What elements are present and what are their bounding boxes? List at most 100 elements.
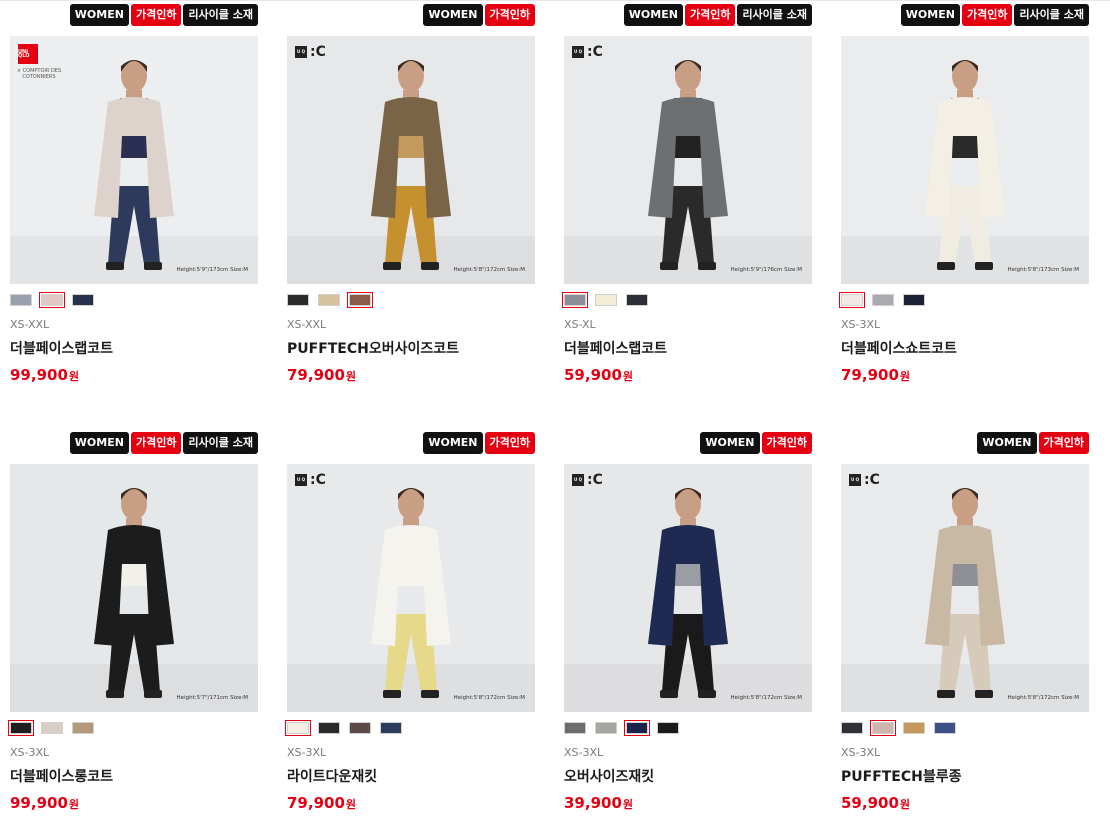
model-size-note: Height:5'8"/172cm Size:M [453, 267, 525, 273]
product-name[interactable]: 라이트다운재킷 [287, 766, 377, 786]
badge: 가격인하 [684, 4, 736, 26]
product-price: 79,900원 [287, 794, 356, 812]
product-card[interactable]: WOMEN 가격인하 리사이클 소재 Height:5'7"/171cm Size:M… [8, 432, 258, 832]
color-swatch[interactable] [870, 720, 896, 736]
price-currency: 원 [622, 370, 634, 383]
color-swatch[interactable] [41, 722, 63, 734]
color-swatch[interactable] [903, 294, 925, 306]
product-name[interactable]: PUFFTECH블루종 [841, 766, 962, 786]
product-card[interactable]: WOMEN 가격인하 U Q:C Height:5'8"/172cm Size:M XS… [287, 4, 535, 404]
model-shoe-right [144, 262, 162, 270]
product-photo[interactable]: U Q:C Height:5'9"/176cm Size:M [564, 36, 812, 284]
badge: WOMEN [623, 4, 683, 26]
product-name[interactable]: 오버사이즈재킷 [564, 766, 654, 786]
uniqlo-logo-icon: UNI QLO [18, 44, 38, 64]
product-card[interactable]: WOMEN 가격인하 U Q:C Height:5'8"/172cm Size:M XS… [285, 432, 535, 832]
model-illustration [564, 488, 812, 712]
color-swatches [285, 720, 402, 736]
c-collection-mark: :C [587, 44, 603, 60]
color-swatch[interactable] [562, 292, 588, 308]
product-card[interactable]: WOMEN 가격인하 리사이클 소재 U Q:C Height:5'9"/176cm S… [562, 4, 812, 404]
color-swatch[interactable] [903, 722, 925, 734]
model-illustration [564, 60, 812, 284]
color-swatches [8, 720, 94, 736]
color-swatch[interactable] [839, 292, 865, 308]
model-size-note: Height:5'8"/172cm Size:M [1007, 695, 1079, 701]
color-swatches [562, 292, 648, 308]
product-name[interactable]: PUFFTECH오버사이즈코트 [287, 338, 459, 358]
product-photo[interactable]: U Q:C Height:5'8"/172cm Size:M [287, 36, 535, 284]
badge: 리사이클 소재 [183, 4, 258, 26]
uniqlo-logo-icon: U Q [572, 46, 584, 58]
color-swatch[interactable] [39, 292, 65, 308]
badge: 가격인하 [761, 432, 812, 454]
badge-group: WOMEN 가격인하 리사이클 소재 [900, 4, 1089, 26]
color-swatch[interactable] [349, 722, 371, 734]
model-shoe-right [698, 262, 716, 270]
model-shoe-left [660, 262, 678, 270]
color-swatch[interactable] [657, 722, 679, 734]
product-name[interactable]: 더블페이스랩코트 [564, 338, 667, 358]
color-swatch[interactable] [626, 294, 648, 306]
product-card[interactable]: WOMEN 가격인하 U Q:C Height:5'8"/172cm Size:M XS… [841, 432, 1089, 832]
color-swatch[interactable] [72, 722, 94, 734]
color-swatch[interactable] [841, 722, 863, 734]
color-swatch[interactable] [285, 720, 311, 736]
product-name[interactable]: 더블페이스롱코트 [10, 766, 113, 786]
color-swatch[interactable] [624, 720, 650, 736]
color-swatches [287, 292, 373, 308]
product-photo[interactable]: Height:5'7"/171cm Size:M [10, 464, 258, 712]
model-size-note: Height:5'8"/172cm Size:M [453, 695, 525, 701]
color-swatch[interactable] [595, 294, 617, 306]
color-swatch[interactable] [10, 294, 32, 306]
badge: WOMEN [69, 4, 129, 26]
color-swatch[interactable] [564, 722, 586, 734]
badge: 가격인하 [961, 4, 1013, 26]
product-name[interactable]: 더블페이스쇼트코트 [841, 338, 957, 358]
color-swatch[interactable] [347, 292, 373, 308]
model-illustration [287, 60, 535, 284]
color-swatch[interactable] [318, 722, 340, 734]
color-swatch[interactable] [380, 722, 402, 734]
badge-group: WOMEN 가격인하 [423, 4, 535, 26]
uniqlo-logo-icon: U Q [849, 474, 861, 486]
product-card[interactable]: WOMEN 가격인하 리사이클 소재 UNI QLO × COMPTOIR DES CO… [10, 4, 258, 404]
product-price: 99,900원 [10, 366, 79, 384]
product-price: 79,900원 [287, 366, 356, 384]
size-range: XS-3XL [841, 318, 881, 331]
badge-group: WOMEN 가격인하 리사이클 소재 [69, 4, 258, 26]
product-name[interactable]: 더블페이스랩코트 [10, 338, 113, 358]
color-swatches [10, 292, 94, 308]
price-currency: 원 [899, 370, 911, 383]
size-range: XS-XXL [10, 318, 50, 331]
floor [841, 664, 1089, 712]
uniqlo-logo-icon: U Q [295, 474, 307, 486]
model-shoe-left [106, 690, 124, 698]
model-illustration [841, 488, 1089, 712]
product-photo[interactable]: U Q:C Height:5'8"/172cm Size:M [841, 464, 1089, 712]
model-illustration [287, 488, 535, 712]
product-photo[interactable]: U Q:C Height:5'8"/172cm Size:M [287, 464, 535, 712]
color-swatch[interactable] [934, 722, 956, 734]
model-size-note: Height:5'9"/176cm Size:M [730, 267, 802, 273]
brand-logo: U Q:C [295, 44, 326, 60]
color-swatch[interactable] [287, 294, 309, 306]
color-swatch[interactable] [72, 294, 94, 306]
price-amount: 99,900 [10, 366, 68, 384]
price-amount: 39,900 [564, 794, 622, 812]
product-price: 39,900원 [564, 794, 633, 812]
product-photo[interactable]: UNI QLO × COMPTOIR DES COTONNIERS Height:5… [10, 36, 258, 284]
badge-group: WOMEN 가격인하 리사이클 소재 [69, 432, 258, 454]
size-range: XS-3XL [564, 746, 604, 759]
product-photo[interactable]: U Q:C Height:5'8"/172cm Size:M [564, 464, 812, 712]
price-amount: 59,900 [564, 366, 622, 384]
color-swatch[interactable] [8, 720, 34, 736]
color-swatch[interactable] [595, 722, 617, 734]
product-photo[interactable]: Height:5'8"/173cm Size:M [841, 36, 1089, 284]
product-card[interactable]: WOMEN 가격인하 U Q:C Height:5'8"/172cm Size:M XS… [564, 432, 812, 832]
color-swatch[interactable] [872, 294, 894, 306]
model-shoe-right [698, 690, 716, 698]
color-swatch[interactable] [318, 294, 340, 306]
badge: WOMEN [977, 432, 1037, 454]
product-card[interactable]: WOMEN 가격인하 리사이클 소재 Height:5'8"/173cm Size:M… [839, 4, 1089, 404]
